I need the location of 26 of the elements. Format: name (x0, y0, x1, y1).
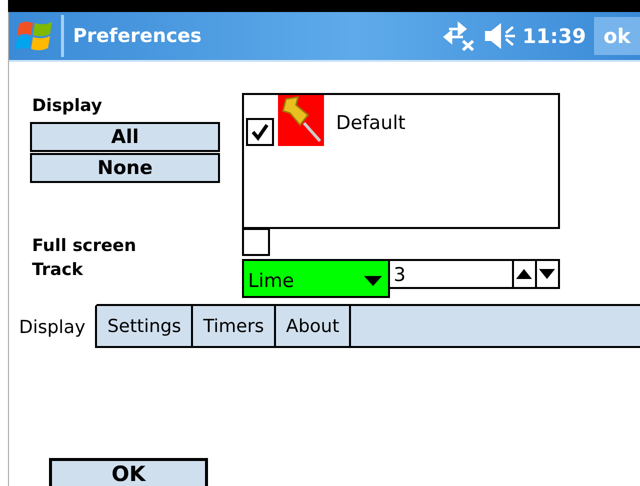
number-field[interactable]: 3 (390, 259, 514, 289)
up-arrow-icon (516, 269, 532, 279)
tab[interactable]: About (276, 304, 352, 346)
full-screen-checkbox[interactable] (242, 228, 270, 256)
dropdown-arrow-icon (364, 276, 382, 286)
pushpin-icon (278, 95, 324, 146)
tab[interactable]: Display (9, 304, 98, 348)
select-button[interactable]: None (30, 153, 220, 183)
tab[interactable]: Settings (97, 304, 194, 346)
item-label: Default (336, 112, 406, 134)
color-dropdown[interactable]: Lime (242, 259, 390, 298)
spin-down-button[interactable] (536, 259, 560, 289)
ok-button[interactable]: OK (49, 458, 208, 486)
display-label: Display (32, 96, 104, 116)
spin-up-button[interactable] (514, 259, 537, 289)
full-screen-label: Full screen (32, 236, 138, 256)
window-title: Preferences (73, 25, 203, 47)
select-button[interactable]: All (30, 122, 220, 152)
speaker-icon[interactable] (483, 21, 518, 51)
list-box[interactable]: Default (242, 93, 560, 229)
down-arrow-icon (539, 269, 556, 279)
item-checkbox[interactable] (246, 118, 274, 146)
connectivity-icon[interactable] (443, 21, 476, 51)
track-label: Track (32, 260, 84, 282)
tab[interactable]: Timers (193, 304, 276, 346)
check-icon (250, 122, 270, 142)
